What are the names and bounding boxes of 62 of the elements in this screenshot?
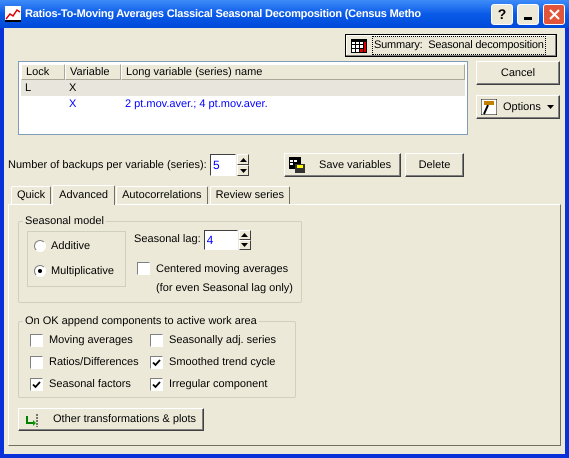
- backups-label: Number of backups per variable (series):: [8, 158, 208, 173]
- tab[interactable]: Autocorrelations: [116, 186, 208, 204]
- note-text: (for even Seasonal lag only): [156, 281, 293, 296]
- radio-button[interactable]: [34, 240, 46, 252]
- window-title: Ratios-To-Moving Averages Classical Seasonal Decomposition (Census Metho: [25, 6, 422, 22]
- table-cell: X: [69, 82, 76, 94]
- checkbox[interactable]: [30, 356, 43, 369]
- column-header[interactable]: Long variable (series) name: [121, 64, 465, 80]
- table-cell: 2 pt.mov.aver.; 4 pt.mov.aver.: [125, 98, 268, 110]
- list-row[interactable]: X 2 pt.mov.aver.; 4 pt.mov.aver.: [21, 96, 465, 112]
- arrow-icon: [25, 412, 39, 426]
- checkbox-label: Seasonal factors: [49, 377, 131, 392]
- list-row[interactable]: L X: [21, 80, 465, 96]
- table-cell: L: [25, 82, 32, 94]
- checkbox[interactable]: [30, 378, 43, 391]
- checkbox[interactable]: [30, 334, 43, 347]
- other-transformations-button[interactable]: Other transformations & plots: [18, 408, 204, 431]
- caret-icon: [546, 105, 554, 109]
- options-button[interactable]: Options: [476, 95, 560, 119]
- chart-icon: [5, 6, 21, 22]
- backups-field[interactable]: 5: [210, 154, 236, 176]
- checkbox[interactable]: [150, 378, 163, 391]
- column-header[interactable]: Variable: [65, 64, 121, 80]
- group-title: Seasonal model: [24, 214, 105, 229]
- up-arrow-icon: [240, 158, 246, 162]
- checkbox-label: Smoothed trend cycle: [169, 355, 276, 370]
- cancel-button[interactable]: Cancel: [476, 61, 560, 85]
- delete-button[interactable]: Delete: [405, 153, 464, 177]
- lag-field[interactable]: 4: [204, 230, 238, 250]
- down-arrow-icon: [241, 242, 248, 246]
- table-cell: X: [69, 98, 76, 110]
- checkbox-label: Centered moving averages: [156, 262, 290, 276]
- spreadsheet-icon: [351, 38, 367, 52]
- group-title: On OK append components to active work area: [24, 314, 258, 329]
- minimize-icon: [524, 16, 532, 20]
- checkbox[interactable]: [150, 334, 163, 347]
- checkbox[interactable]: [150, 356, 163, 369]
- close-icon: [548, 8, 560, 20]
- radio-button[interactable]: [34, 264, 46, 277]
- save-variables-button[interactable]: Save variables: [284, 153, 401, 177]
- tab[interactable]: Quick: [11, 186, 52, 204]
- checkbox-label: Seasonally adj. series: [169, 333, 276, 348]
- column-header[interactable]: Lock: [21, 64, 65, 80]
- minimize-button[interactable]: [517, 4, 539, 24]
- spin-buttons[interactable]: [238, 230, 251, 250]
- radio-label: Additive: [51, 239, 90, 254]
- radio-label: Multiplicative: [51, 264, 114, 278]
- save-spreadsheet-icon: [289, 157, 305, 173]
- down-arrow-icon: [240, 168, 246, 172]
- close-button[interactable]: [543, 4, 565, 24]
- checkbox[interactable]: [137, 262, 150, 274]
- lag-label: Seasonal lag:: [134, 232, 201, 248]
- checkbox-label: Moving averages: [49, 333, 133, 348]
- tab[interactable]: Review series: [210, 186, 290, 204]
- tab[interactable]: Advanced: [52, 185, 116, 205]
- summary-button[interactable]: Summary: Seasonal decomposition: [345, 34, 557, 57]
- help-button[interactable]: ?: [491, 4, 513, 24]
- checkbox-label: Irregular component: [169, 377, 268, 392]
- hammer-icon: [481, 99, 497, 115]
- up-arrow-icon: [241, 232, 248, 236]
- spin-buttons[interactable]: [237, 154, 249, 176]
- checkbox-label: Ratios/Differences: [49, 355, 139, 370]
